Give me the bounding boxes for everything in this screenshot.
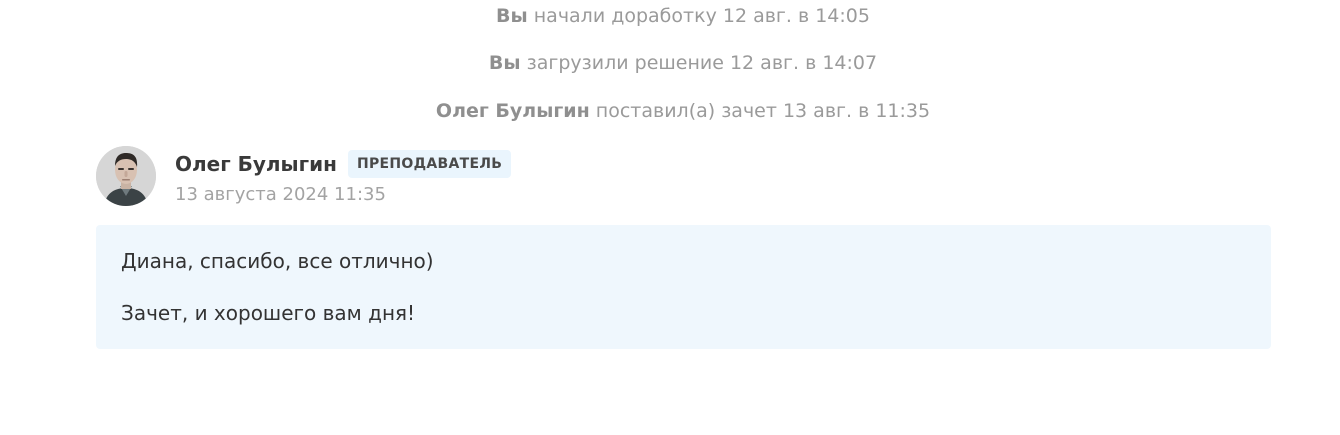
comment-text-line: Зачет, и хорошего вам дня! [121,301,416,325]
event-text: поставил(а) зачет 13 авг. в 11:35 [595,100,931,122]
comment-text-line: Диана, спасибо, все отлично) [121,249,434,273]
role-badge: ПРЕПОДАВАТЕЛЬ [347,150,512,178]
avatar[interactable] [96,146,156,206]
avatar-portrait-icon [96,146,156,206]
event-actor: Олег Булыгин [435,100,590,122]
event-actor: Вы [496,5,528,27]
comment-header: Олег Булыгин ПРЕПОДАВАТЕЛЬ 13 августа 20… [96,146,696,206]
event-actor: Вы [488,52,521,74]
comment-body: Диана, спасибо, все отлично) Зачет, и хо… [96,225,1271,349]
event-text: загрузили решение 12 авг. в 14:07 [526,52,878,74]
activity-event: Олег Булыгин поставил(а) зачет 13 авг. в… [0,99,1340,123]
event-text: начали доработку 12 авг. в 14:05 [533,5,870,27]
author-name: Олег Булыгин [175,152,337,176]
activity-event: Вы начали доработку 12 авг. в 14:05 [0,4,1340,28]
author-line: Олег Булыгин ПРЕПОДАВАТЕЛЬ [175,149,512,179]
comment-date: 13 августа 2024 11:35 [175,184,386,205]
activity-event: Вы загрузили решение 12 авг. в 14:07 [0,51,1340,75]
